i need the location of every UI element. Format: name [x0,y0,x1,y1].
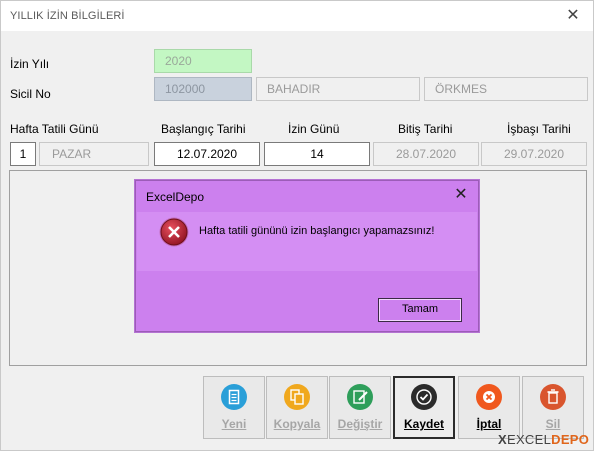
sil-button[interactable]: Sil [522,376,584,439]
tamam-button[interactable]: Tamam [378,298,462,322]
sicil-no-field[interactable]: 102000 [154,77,252,101]
dialog-body: Hafta tatili gününü izin başlangıcı yapa… [137,212,477,271]
copy-icon [284,384,310,410]
check-icon [411,384,437,410]
kaydet-button[interactable]: Kaydet [393,376,455,439]
window-title: YILLIK İZİN BİLGİLERİ [10,10,125,22]
izin-yili-label: İzin Yılı [10,57,50,71]
exceldepo-logo: XEXCELDEPO [498,432,590,447]
dialog-message: Hafta tatili gününü izin başlangıcı yapa… [199,225,435,237]
izin-yili-field[interactable]: 2020 [154,49,252,73]
trash-icon [540,384,566,410]
edit-icon [347,384,373,410]
cancel-icon [476,384,502,410]
bitis-field[interactable]: 28.07.2020 [373,142,479,166]
message-dialog: ExcelDepo ✕ Hafta tatili gününü izin baş… [135,180,479,332]
kopyala-button[interactable]: Kopyala [266,376,328,439]
isbasi-field[interactable]: 29.07.2020 [481,142,587,166]
hafta-tatili-header: Hafta Tatili Günü [10,122,99,136]
bitis-header: Bitiş Tarihi [398,122,453,136]
sil-button-label: Sil [545,417,561,431]
window-close-icon[interactable]: ✕ [563,6,583,26]
yeni-button[interactable]: Yeni [203,376,265,439]
dialog-close-icon[interactable]: ✕ [452,186,470,204]
new-document-icon [221,384,247,410]
kopyala-button-label: Kopyala [273,417,321,431]
izin-gunu-field[interactable]: 14 [264,142,370,166]
iptal-button[interactable]: İptal [458,376,520,439]
hafta-gun-field[interactable]: PAZAR [39,142,149,166]
soyad-field[interactable]: ÖRKMES [424,77,588,101]
izin-gunu-header: İzin Günü [288,122,340,136]
baslangic-header: Başlangıç Tarihi [161,122,246,136]
error-icon [158,216,190,248]
degistir-button-label: Değiştir [337,417,383,431]
kaydet-button-label: Kaydet [403,417,444,431]
degistir-button[interactable]: Değiştir [329,376,391,439]
iptal-button-label: İptal [476,417,502,431]
ad-field[interactable]: BAHADIR [256,77,420,101]
baslangic-field[interactable]: 12.07.2020 [154,142,260,166]
sicil-no-label: Sicil No [10,87,51,101]
title-bar: YILLIK İZİN BİLGİLERİ ✕ [1,1,593,31]
dialog-title: ExcelDepo [146,190,205,204]
isbasi-header: İşbaşı Tarihi [507,122,571,136]
yeni-button-label: Yeni [221,417,247,431]
hafta-no-field[interactable]: 1 [10,142,36,166]
